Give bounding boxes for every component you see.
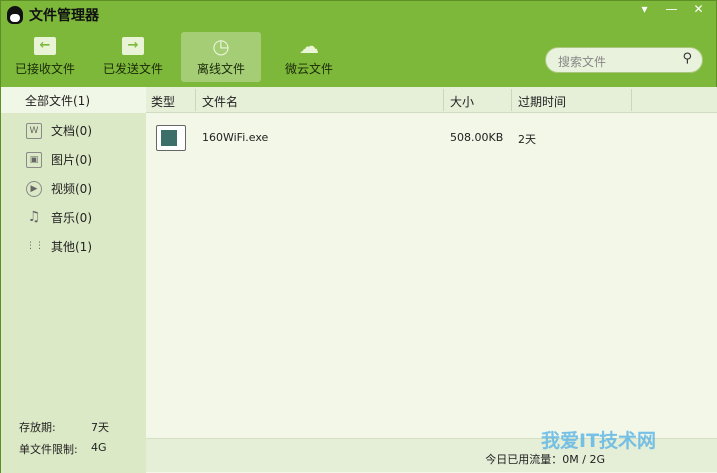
window-controls: ▾ — ✕ (631, 1, 712, 19)
tab-offline-files[interactable]: ◷ 离线文件 (181, 32, 261, 82)
menu-button[interactable]: ▾ (631, 1, 658, 19)
column-expires[interactable]: 过期时间 (518, 93, 566, 110)
file-name: 160WiFi.exe (202, 131, 269, 144)
image-icon: ▣ (26, 151, 42, 168)
window-title: 文件管理器 (29, 8, 99, 24)
exe-file-icon (156, 125, 186, 151)
cloud-icon: ☁ (299, 34, 319, 58)
size-limit-label: 单文件限制: (19, 443, 78, 456)
tab-sent-files[interactable]: → 已发送文件 (93, 32, 173, 82)
minimize-button[interactable]: — (658, 1, 685, 19)
tab-label: 微云文件 (284, 62, 333, 76)
close-button[interactable]: ✕ (685, 1, 712, 19)
sidebar-item-label: 视频(0) (51, 182, 92, 196)
file-list: 类型 文件名 大小 过期时间 160WiFi.exe 508.00KB 2天 今… (146, 87, 717, 473)
tab-weiyun-files[interactable]: ☁ 微云文件 (269, 32, 349, 82)
tab-label: 离线文件 (196, 62, 245, 76)
retention-label: 存放期: (19, 421, 56, 434)
table-header: 类型 文件名 大小 过期时间 (146, 87, 717, 113)
watermark-logo: 我爱IT技术网 (541, 430, 657, 452)
sidebar-item-other[interactable]: ⋮⋮ 其他(1) (1, 232, 146, 261)
tab-received-files[interactable]: ← 已接收文件 (5, 32, 85, 82)
sidebar: 全部文件(1) W 文档(0) ▣ 图片(0) ▶ 视频(0) ♫ 音乐(0) ⋮⋮ 其他… (1, 87, 146, 473)
sidebar-item-label: 其他(1) (51, 240, 92, 254)
traffic-usage: 今日已用流量：0M / 2G (485, 453, 605, 466)
music-icon: ♫ (27, 208, 41, 225)
file-size: 508.00KB (450, 131, 504, 144)
sidebar-item-images[interactable]: ▣ 图片(0) (1, 145, 146, 174)
column-size[interactable]: 大小 (450, 93, 474, 110)
folder-arrow-right-icon: → (122, 37, 144, 55)
video-icon: ▶ (26, 180, 42, 197)
search-input[interactable]: 搜索文件 ⚲ (545, 47, 703, 73)
tab-label: 已接收文件 (14, 62, 75, 76)
document-icon: W (26, 122, 42, 139)
column-type[interactable]: 类型 (151, 93, 175, 110)
sidebar-item-music[interactable]: ♫ 音乐(0) (1, 203, 146, 232)
title-bar: 文件管理器 (7, 5, 99, 25)
table-row[interactable]: 160WiFi.exe 508.00KB 2天 (146, 117, 717, 157)
sidebar-item-label: 文档(0) (51, 124, 92, 138)
search-placeholder: 搜索文件 (558, 55, 607, 69)
sidebar-item-label: 图片(0) (51, 153, 92, 167)
file-manager-window: 文件管理器 ▾ — ✕ ← 已接收文件 → 已发送文件 ◷ 离线文件 ☁ 微云文件 搜索… (0, 0, 717, 473)
sidebar-item-all[interactable]: 全部文件(1) (1, 87, 146, 113)
folder-arrow-left-icon: ← (34, 37, 56, 55)
search-icon[interactable]: ⚲ (682, 51, 692, 66)
sidebar-item-videos[interactable]: ▶ 视频(0) (1, 174, 146, 203)
qq-logo-icon (7, 6, 23, 24)
clock-icon: ◷ (212, 34, 230, 58)
file-expires: 2天 (518, 133, 536, 146)
grid-icon: ⋮⋮ (26, 240, 44, 251)
sidebar-item-documents[interactable]: W 文档(0) (1, 116, 146, 145)
size-limit-value: 4G (91, 441, 107, 454)
column-filename[interactable]: 文件名 (202, 93, 238, 110)
sidebar-item-label: 音乐(0) (51, 211, 92, 225)
retention-value: 7天 (91, 421, 109, 434)
tab-label: 已发送文件 (102, 62, 163, 76)
